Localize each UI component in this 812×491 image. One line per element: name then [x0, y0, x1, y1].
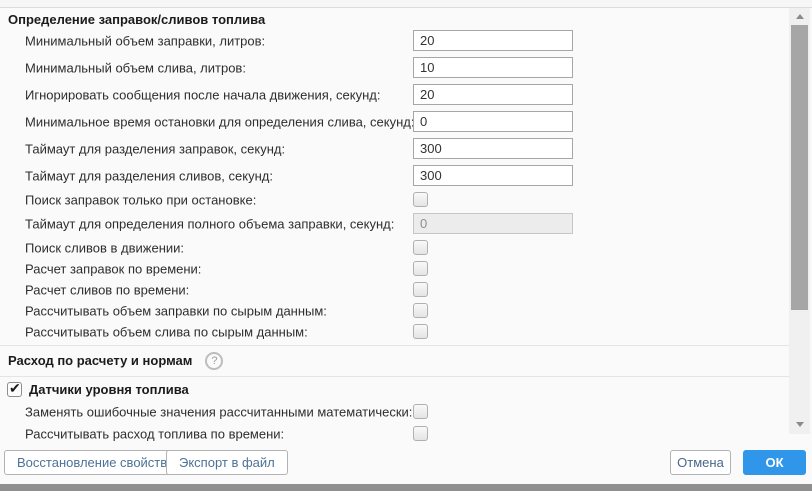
setting-row: Минимальный объем заправки, литров:	[8, 30, 789, 51]
scroll-down-arrow-icon	[796, 422, 804, 427]
vertical-scrollbar[interactable]	[789, 8, 810, 434]
cancel-button[interactable]: Отмена	[670, 450, 731, 475]
scrollbar-thumb[interactable]	[791, 25, 808, 310]
ignore-messages-after-motion-input[interactable]	[413, 84, 573, 105]
theft-separation-timeout-input[interactable]	[413, 165, 573, 186]
filling-separation-timeout-input[interactable]	[413, 138, 573, 159]
setting-row: Таймаут для определения полного объема з…	[8, 213, 789, 234]
setting-row: Игнорировать сообщения после начала движ…	[8, 84, 789, 105]
theft-volume-raw-data-checkbox[interactable]	[413, 324, 428, 339]
section-title-fuel-level-sensors: Датчики уровня топлива	[29, 382, 189, 397]
min-theft-volume-input[interactable]	[413, 57, 573, 78]
dialog-top-divider	[0, 0, 812, 8]
fuel-level-sensors-rows: Заменять ошибочные значения рассчитанным…	[8, 404, 789, 442]
setting-label: Расчет сливов по времени:	[25, 282, 189, 297]
setting-row: Поиск сливов в движении:	[8, 240, 789, 255]
setting-label: Таймаут для определения полного объема з…	[25, 216, 394, 231]
section-title-consumption-math: Расход по расчету и нормам	[8, 353, 192, 369]
theft-in-motion-checkbox[interactable]	[413, 240, 428, 255]
setting-row: Минимальное время остановки для определе…	[8, 111, 789, 132]
filling-volume-raw-data-checkbox[interactable]	[413, 303, 428, 318]
setting-label: Поиск сливов в движении:	[25, 240, 184, 255]
fuel-settings-scroll-area: Определение заправок/сливов топлива Мини…	[0, 8, 789, 447]
fuel-level-sensors-header: ✔ Датчики уровня топлива	[8, 381, 789, 397]
unit-properties-fuel-dialog: Определение заправок/сливов топлива Мини…	[0, 0, 812, 491]
setting-label: Минимальное время остановки для определе…	[25, 114, 414, 129]
setting-row: Рассчитывать расход топлива по времени:	[8, 426, 789, 442]
replace-error-values-checkbox[interactable]	[413, 404, 428, 419]
setting-label: Таймаут для разделения заправок, секунд:	[25, 141, 285, 156]
window-bottom-bar	[0, 484, 812, 491]
setting-row: Таймаут для разделения сливов, секунд:	[8, 165, 789, 186]
setting-label: Заменять ошибочные значения рассчитанным…	[25, 405, 412, 420]
min-stop-time-for-theft-input[interactable]	[413, 111, 573, 132]
help-icon[interactable]: ?	[205, 352, 223, 370]
setting-row: Минимальный объем слива, литров:	[8, 57, 789, 78]
setting-label: Рассчитывать объем заправки по сырым дан…	[25, 303, 327, 318]
setting-row: Расчет заправок по времени:	[8, 261, 789, 276]
setting-label: Таймаут для разделения сливов, секунд:	[25, 168, 273, 183]
ok-button[interactable]: ОК	[743, 450, 806, 475]
fillings-by-time-checkbox[interactable]	[413, 261, 428, 276]
fuel-level-sensors-checkbox[interactable]: ✔	[7, 382, 22, 397]
setting-row: Рассчитывать объем заправки по сырым дан…	[8, 303, 789, 318]
setting-label: Расчет заправок по времени:	[25, 261, 201, 276]
min-filling-volume-input[interactable]	[413, 30, 573, 51]
filling-only-when-stopped-checkbox[interactable]	[413, 192, 428, 207]
setting-label: Минимальный объем слива, литров:	[25, 60, 246, 75]
separator	[0, 376, 789, 377]
scroll-down-button[interactable]	[789, 416, 810, 432]
setting-row: Рассчитывать объем слива по сырым данным…	[8, 324, 789, 339]
setting-label: Игнорировать сообщения после начала движ…	[25, 87, 381, 102]
setting-row: Поиск заправок только при остановке:	[8, 192, 789, 207]
fuel-detection-rows: Минимальный объем заправки, литров: Миним…	[8, 30, 789, 339]
consumption-by-time-checkbox[interactable]	[413, 426, 428, 441]
setting-row: Расчет сливов по времени:	[8, 282, 789, 297]
setting-label: Рассчитывать расход топлива по времени:	[25, 427, 284, 442]
setting-label: Поиск заправок только при остановке:	[25, 192, 256, 207]
section-title-fuel-detection: Определение заправок/сливов топлива	[8, 12, 789, 28]
scroll-up-button[interactable]	[789, 8, 810, 24]
export-to-file-button[interactable]: Экспорт в файл	[166, 450, 288, 475]
separator	[0, 345, 789, 346]
setting-label: Рассчитывать объем слива по сырым данным…	[25, 324, 308, 339]
thefts-by-time-checkbox[interactable]	[413, 282, 428, 297]
full-filling-volume-timeout-input	[413, 213, 573, 234]
scroll-up-arrow-icon	[796, 14, 804, 19]
consumption-section-row: Расход по расчету и нормам ?	[8, 348, 789, 374]
restore-properties-button[interactable]: Восстановление свойств	[4, 450, 180, 475]
setting-row: Заменять ошибочные значения рассчитанным…	[8, 404, 789, 420]
setting-row: Таймаут для разделения заправок, секунд:	[8, 138, 789, 159]
setting-label: Минимальный объем заправки, литров:	[25, 33, 265, 48]
dialog-footer: Восстановление свойств Экспорт в файл От…	[0, 447, 812, 484]
